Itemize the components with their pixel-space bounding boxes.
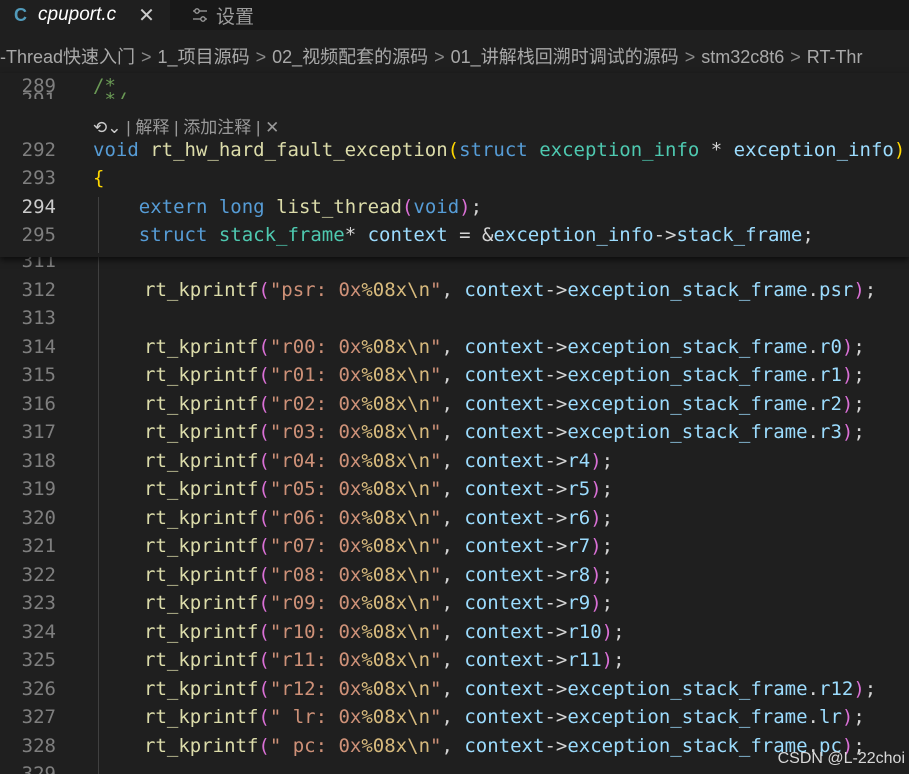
code-text: rt_kprintf(" pc: 0x%08x\n", context->exc…: [144, 734, 865, 757]
code-text: rt_kprintf("r08: 0x%08x\n", context->r8)…: [144, 563, 614, 586]
editor-tab-bar: C cpuport.c ✕ 设置: [0, 0, 909, 30]
codelens: ⟲⌄ | 解释 | 添加注释 | ✕: [93, 113, 279, 138]
line-number: 312: [21, 278, 56, 301]
line-number: 294: [21, 196, 56, 218]
line-number: 321: [21, 535, 56, 557]
breadcrumb-item[interactable]: -Thread快速入门: [0, 47, 135, 67]
code-line[interactable]: 293 {: [0, 167, 909, 195]
code-text: rt_kprintf("r10: 0x%08x\n", context->r10…: [144, 620, 625, 643]
line-number: 295: [21, 224, 56, 246]
code-text: rt_kprintf("r11: 0x%08x\n", context->r11…: [144, 649, 625, 671]
code-line[interactable]: 322 rt_kprintf("r08: 0x%08x\n", context->…: [0, 564, 909, 592]
sticky-code: 289/*291 */292void rt_hw_hard_fault_exce…: [0, 73, 909, 257]
code-text: rt_kprintf("r05: 0x%08x\n", context->r5)…: [144, 478, 614, 500]
chevron-right-icon: >: [790, 47, 801, 67]
line-number: 293: [21, 167, 56, 189]
watermark: CSDN @L-22choi: [777, 750, 905, 767]
c-file-icon: C: [14, 4, 27, 25]
code-line[interactable]: 313: [0, 307, 909, 335]
line-number: 318: [21, 449, 56, 472]
code-line[interactable]: 327 rt_kprintf(" lr: 0x%08x\n", context->…: [0, 706, 909, 734]
breadcrumb-item[interactable]: stm32c8t6: [701, 47, 784, 67]
codelens-close-icon[interactable]: ✕: [265, 118, 279, 137]
tab-cpuport-c[interactable]: C cpuport.c ✕: [0, 0, 170, 30]
code-line[interactable]: 292 void rt_hw_hard_fault_exception(struc…: [0, 139, 909, 167]
tab-label: 设置: [216, 6, 255, 28]
code-text: struct stack_frame* context = &exception…: [138, 224, 814, 246]
code-text: rt_kprintf(" lr: 0x%08x\n", context->exc…: [144, 706, 865, 728]
code-editor[interactable]: 311 312 rt_kprintf("psr: 0x%08x\n", contex…: [0, 248, 909, 774]
chevron-right-icon: >: [684, 47, 696, 67]
chevron-right-icon: >: [434, 47, 445, 67]
line-number: 292: [21, 139, 56, 161]
code-line[interactable]: 295 struct stack_frame* context = &excep…: [0, 224, 909, 252]
line-number: 320: [21, 506, 56, 529]
breadcrumb-item[interactable]: 01_讲解栈回溯时调试的源码: [451, 47, 679, 67]
code-text: void rt_hw_hard_fault_exception(struct e…: [93, 139, 906, 161]
code-line[interactable]: 328 rt_kprintf(" pc: 0x%08x\n", context->…: [0, 735, 909, 763]
code-text: rt_kprintf("r07: 0x%08x\n", context->r7)…: [144, 535, 614, 557]
tab-label: cpuport.c: [38, 4, 117, 25]
codelens-actions[interactable]: | 解释 | 添加注释 |: [126, 118, 260, 137]
code-text: rt_kprintf("r03: 0x%08x\n", context->exc…: [144, 421, 865, 443]
code-text: rt_kprintf("r01: 0x%08x\n", context->exc…: [144, 364, 865, 386]
line-number: 322: [21, 563, 56, 586]
line-number: 327: [21, 706, 56, 728]
code-text: rt_kprintf("r12: 0x%08x\n", context->exc…: [144, 677, 877, 700]
code-line[interactable]: 318 rt_kprintf("r04: 0x%08x\n", context->…: [0, 450, 909, 478]
code-text: rt_kprintf("r04: 0x%08x\n", context->r4)…: [144, 449, 614, 472]
code-text: rt_kprintf("psr: 0x%08x\n", context->exc…: [144, 278, 877, 301]
line-number: 323: [21, 592, 56, 614]
code-line[interactable]: 315 rt_kprintf("r01: 0x%08x\n", context->…: [0, 364, 909, 392]
sticky-scroll-header: 289/*291 */292void rt_hw_hard_fault_exce…: [0, 73, 909, 257]
breadcrumb-item[interactable]: 1_项目源码: [158, 47, 250, 67]
code-text: rt_kprintf("r02: 0x%08x\n", context->exc…: [144, 392, 865, 415]
line-number: 325: [21, 649, 56, 671]
code-text: {: [93, 167, 105, 189]
line-number: 317: [21, 421, 56, 443]
code-line[interactable]: 314 rt_kprintf("r00: 0x%08x\n", context->…: [0, 336, 909, 364]
breadcrumb-item[interactable]: RT-Thr: [807, 47, 863, 67]
code-line[interactable]: 324 rt_kprintf("r10: 0x%08x\n", context->…: [0, 621, 909, 649]
close-tab-icon[interactable]: ✕: [138, 3, 155, 28]
code-line[interactable]: 294 extern long list_thread(void);: [0, 196, 909, 224]
code-line[interactable]: 312 rt_kprintf("psr: 0x%08x\n", context->…: [0, 279, 909, 307]
line-number: 324: [21, 620, 56, 643]
code-line[interactable]: 321 rt_kprintf("r07: 0x%08x\n", context->…: [0, 535, 909, 563]
code-line[interactable]: 329: [0, 763, 909, 774]
settings-icon: [193, 8, 207, 22]
line-number: 326: [21, 677, 56, 700]
breadcrumb: -Thread快速入门 >1_项目源码 >02_视频配套的源码 >01_讲解栈回溯时调…: [0, 43, 909, 69]
line-number: 316: [21, 392, 56, 415]
code-line[interactable]: 291 */: [0, 89, 909, 99]
code-text: */: [93, 89, 127, 99]
line-number: 329: [21, 763, 56, 774]
code-line[interactable]: 316 rt_kprintf("r02: 0x%08x\n", context->…: [0, 393, 909, 421]
code-line[interactable]: 323 rt_kprintf("r09: 0x%08x\n", context->…: [0, 592, 909, 620]
tab-settings[interactable]: 设置: [170, 0, 320, 30]
code-text: rt_kprintf("r00: 0x%08x\n", context->exc…: [144, 335, 865, 358]
line-number: 328: [21, 734, 56, 757]
line-number: 319: [21, 478, 56, 500]
chevron-right-icon: >: [141, 47, 152, 67]
code-text: extern long list_thread(void);: [138, 196, 483, 218]
code-line[interactable]: 326 rt_kprintf("r12: 0x%08x\n", context->…: [0, 678, 909, 706]
code-line[interactable]: 320 rt_kprintf("r06: 0x%08x\n", context->…: [0, 507, 909, 535]
code-line[interactable]: 317 rt_kprintf("r03: 0x%08x\n", context->…: [0, 421, 909, 449]
code-text: rt_kprintf("r06: 0x%08x\n", context->r6)…: [144, 506, 614, 529]
code-text: rt_kprintf("r09: 0x%08x\n", context->r9)…: [144, 592, 614, 614]
line-number: 313: [21, 307, 56, 329]
link-icon[interactable]: ⟲⌄: [93, 118, 122, 137]
line-number: 291: [0, 89, 56, 99]
code-line[interactable]: 325 rt_kprintf("r11: 0x%08x\n", context->…: [0, 649, 909, 677]
code-line[interactable]: 319 rt_kprintf("r05: 0x%08x\n", context->…: [0, 478, 909, 506]
line-number: 314: [21, 335, 56, 358]
line-number: 315: [21, 364, 56, 386]
breadcrumb-item[interactable]: 02_视频配套的源码: [272, 47, 428, 67]
chevron-right-icon: >: [255, 47, 267, 67]
